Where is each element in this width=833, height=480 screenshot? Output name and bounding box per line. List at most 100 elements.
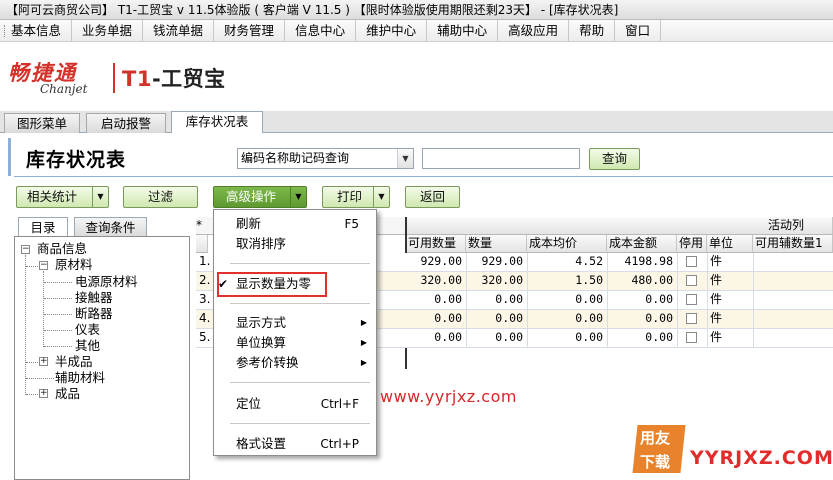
menu-item-cancel-sort[interactable]: 取消排序 (214, 235, 376, 253)
row-number: 2. (199, 273, 211, 287)
tree-connector (26, 266, 38, 267)
tree-node-semi-finished[interactable]: 半成品 (55, 354, 93, 369)
cell-unit: 件 (710, 330, 723, 344)
tree-connector (25, 255, 26, 395)
menu-aux-center[interactable]: 辅助中心 (427, 19, 499, 42)
watermark-site: YYRJXZ.COM (690, 447, 833, 469)
tab-inventory-status[interactable]: 库存状况表 (171, 111, 263, 133)
tree-node-leaf[interactable]: 其他 (75, 338, 100, 353)
col-header-cost-amount[interactable]: 成本金额 (607, 235, 677, 253)
cell-unit: 件 (710, 311, 723, 325)
active-column-label[interactable]: 活动列 (406, 217, 833, 235)
cell-qty: 320.00 (481, 273, 523, 287)
tree-node-aux-materials[interactable]: 辅助材料 (55, 370, 105, 385)
tree-node-leaf[interactable]: 仪表 (75, 322, 100, 337)
col-header-available-aux-qty[interactable]: 可用辅数量1 (753, 235, 833, 253)
menu-item-display-mode[interactable]: 显示方式 ▶ (214, 314, 376, 332)
tree-connector (44, 330, 72, 331)
tab-graphic-menu[interactable]: 图形菜单 (4, 113, 80, 133)
menu-window[interactable]: 窗口 (615, 19, 662, 42)
tree-connector (44, 314, 72, 315)
collapse-icon[interactable]: − (39, 261, 48, 270)
tree-connector (44, 346, 72, 347)
row-number: 5. (199, 330, 211, 344)
tab-strip: 图形菜单 启动报警 库存状况表 (0, 111, 833, 133)
menu-separator (230, 303, 370, 304)
query-button[interactable]: 查询 (589, 148, 640, 170)
tree-connector (26, 362, 38, 363)
chevron-down-icon[interactable]: ▼ (92, 187, 108, 207)
expand-icon[interactable]: + (39, 389, 48, 398)
menu-basic-info[interactable]: 基本信息 (0, 19, 73, 42)
menu-info-center[interactable]: 信息中心 (285, 19, 357, 42)
col-divider (527, 253, 528, 348)
cell-cost-amount: 0.00 (645, 311, 673, 325)
back-button[interactable]: 返回 (405, 186, 460, 208)
menu-item-refresh[interactable]: 刷新 F5 (214, 215, 376, 233)
menu-money-docs[interactable]: 钱流单据 (143, 19, 215, 42)
menu-business-docs[interactable]: 业务单据 (72, 19, 144, 42)
tree-node-leaf[interactable]: 电源原材料 (75, 274, 138, 289)
tab-startup-alert[interactable]: 启动报警 (86, 113, 166, 133)
search-mode-select[interactable]: 编码名称助记码查询 ▼ (237, 148, 414, 169)
submenu-arrow-icon: ▶ (360, 338, 367, 347)
disabled-checkbox[interactable] (686, 313, 697, 324)
tab-catalog[interactable]: 目录 (18, 217, 68, 237)
col-header-qty[interactable]: 数量 (466, 235, 527, 253)
cell-cost-amount: 0.00 (645, 330, 673, 344)
tree-node-finished[interactable]: 成品 (55, 386, 80, 401)
disabled-checkbox[interactable] (686, 275, 697, 286)
collapse-icon[interactable]: − (21, 245, 30, 254)
col-header-disabled[interactable]: 停用 (677, 235, 707, 253)
disabled-checkbox[interactable] (686, 332, 697, 343)
header-accent (8, 138, 11, 176)
menu-item-locate[interactable]: 定位 Ctrl+F (214, 395, 376, 413)
search-input[interactable] (422, 148, 580, 169)
cell-available-qty: 0.00 (434, 311, 462, 325)
col-header-unit[interactable]: 单位 (707, 235, 753, 253)
row-number: 1. (199, 254, 211, 268)
cell-avg-cost: 0.00 (575, 311, 603, 325)
cell-cost-amount: 4198.98 (624, 254, 673, 268)
disabled-checkbox[interactable] (686, 294, 697, 305)
cell-avg-cost: 4.52 (575, 254, 603, 268)
cell-unit: 件 (710, 254, 723, 268)
chevron-down-icon[interactable]: ▼ (290, 187, 306, 207)
menu-help[interactable]: 帮助 (569, 19, 616, 42)
tree-node-leaf[interactable]: 接触器 (75, 290, 113, 305)
expand-icon[interactable]: + (39, 357, 48, 366)
tab-query-conditions[interactable]: 查询条件 (74, 217, 147, 237)
chevron-down-icon[interactable]: ▼ (373, 187, 389, 207)
print-button[interactable]: 打印 ▼ (322, 186, 390, 208)
tree-node-root[interactable]: 商品信息 (37, 241, 87, 256)
menu-item-ref-price-convert[interactable]: 参考价转换 ▶ (214, 354, 376, 372)
grip-icon (4, 25, 7, 37)
menu-item-format-settings[interactable]: 格式设置 Ctrl+P (214, 435, 376, 453)
related-stats-button[interactable]: 相关统计 ▼ (16, 186, 109, 208)
menu-maintenance[interactable]: 维护中心 (356, 19, 428, 42)
filter-button[interactable]: 过滤 (123, 186, 198, 208)
chevron-down-icon[interactable]: ▼ (397, 149, 413, 168)
submenu-arrow-icon: ▶ (360, 318, 367, 327)
header-divider (14, 176, 833, 177)
watermark-url: www.yyrjxz.com (380, 387, 517, 406)
col-header-available-qty[interactable]: 可用数量 (406, 235, 466, 253)
cell-qty: 0.00 (495, 311, 523, 325)
page-title: 库存状况表 (26, 149, 127, 171)
window-title: 【阿可云商贸公司】 T1-工贸宝 v 11.5体验版 ( 客户端 V 11.5 … (0, 0, 833, 20)
tree-connector (44, 282, 72, 283)
cell-available-qty: 0.00 (434, 330, 462, 344)
menu-separator (230, 263, 370, 264)
tree-node-raw-materials[interactable]: 原材料 (55, 257, 93, 272)
menu-advanced[interactable]: 高级应用 (498, 19, 570, 42)
cell-cost-amount: 480.00 (631, 273, 673, 287)
menu-finance[interactable]: 财务管理 (214, 19, 286, 42)
menu-item-unit-conversion[interactable]: 单位换算 ▶ (214, 334, 376, 352)
col-header-avg-cost[interactable]: 成本均价 (527, 235, 607, 253)
disabled-checkbox[interactable] (686, 256, 697, 267)
cell-available-qty: 320.00 (420, 273, 462, 287)
col-divider (677, 253, 678, 348)
tree-node-leaf[interactable]: 断路器 (75, 306, 113, 321)
advanced-ops-button[interactable]: 高级操作 ▼ (213, 186, 307, 208)
cell-qty: 0.00 (495, 330, 523, 344)
